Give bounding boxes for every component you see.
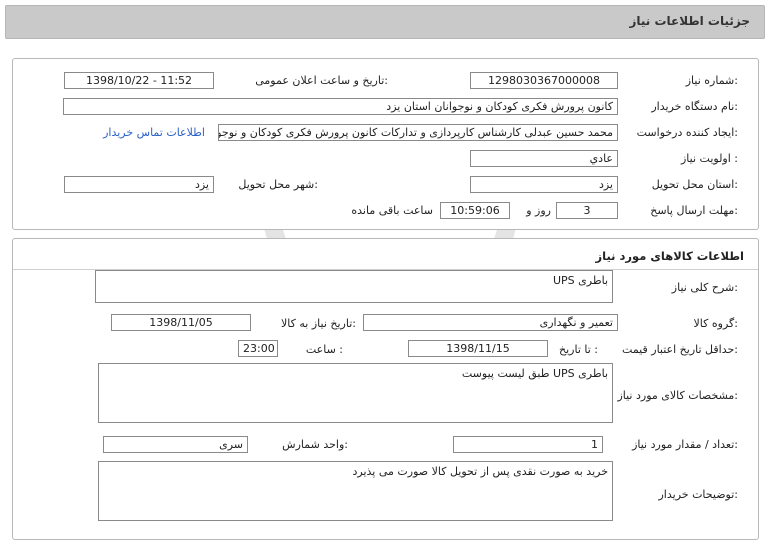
spec-label: مشخصات کالای مورد نیاز: <box>617 389 738 402</box>
page-header: جزئیات اطلاعات نیاز <box>5 5 765 39</box>
priority-field[interactable]: عادي <box>470 150 618 167</box>
spec-field[interactable]: باطری UPS طبق لیست پیوست <box>98 363 613 423</box>
deadline-label: مهلت ارسال پاسخ: <box>650 204 738 217</box>
goods-section-title: اطلاعات کالاهای مورد نیاز <box>595 249 744 263</box>
deadline-remaining-word: ساعت باقی مانده <box>351 204 433 217</box>
need-info-panel: شماره نیاز: 1298030367000008 تاریخ و ساع… <box>12 58 759 230</box>
group-field[interactable]: تعمیر و نگهداری <box>363 314 618 331</box>
province-label: استان محل تحویل: <box>651 178 738 191</box>
deadline-day-word: روز و <box>526 204 551 217</box>
time-label: ساعت : <box>305 343 343 356</box>
need-date-field[interactable]: 1398/11/05 <box>111 314 251 331</box>
until-date-field[interactable]: 1398/11/15 <box>408 340 548 357</box>
deadline-days-field[interactable]: 3 <box>556 202 618 219</box>
need-number-field[interactable]: 1298030367000008 <box>470 72 618 89</box>
desc-label: شرح کلی نیاز: <box>671 281 738 294</box>
page-title: جزئیات اطلاعات نیاز <box>629 14 750 28</box>
need-date-label: تاریخ نیاز به کالا: <box>281 317 356 330</box>
need-number-label: شماره نیاز: <box>685 74 738 87</box>
unit-label: واحد شمارش: <box>282 438 348 451</box>
buyer-notes-label: توضیحات خریدار: <box>658 488 739 501</box>
desc-field[interactable]: باطری UPS <box>95 270 613 303</box>
buyer-notes-field[interactable]: خرید به صورت نقدی پس از تحویل کالا صورت … <box>98 461 613 521</box>
goods-info-panel: اطلاعات کالاهای مورد نیاز شرح کلی نیاز: … <box>12 238 759 540</box>
city-field[interactable]: یزد <box>64 176 214 193</box>
deadline-time-field[interactable]: 10:59:06 <box>440 202 510 219</box>
valid-time-field[interactable]: 23:00 <box>238 340 278 357</box>
buyer-contact-link[interactable]: اطلاعات تماس خریدار <box>103 126 205 139</box>
announce-date-label: تاریخ و ساعت اعلان عمومی: <box>255 74 388 87</box>
group-label: گروه کالا: <box>693 317 738 330</box>
province-field[interactable]: یزد <box>470 176 618 193</box>
buyer-org-field[interactable]: کانون پرورش فکری کودکان و نوجوانان استان… <box>63 98 618 115</box>
qty-field[interactable]: 1 <box>453 436 603 453</box>
announce-date-field[interactable]: 1398/10/22 - 11:52 <box>64 72 214 89</box>
priority-label: اولویت نیاز : <box>680 152 738 165</box>
buyer-org-label: نام دستگاه خریدار: <box>651 100 738 113</box>
city-label: شهر محل تحویل: <box>238 178 318 191</box>
min-valid-label: حداقل تاریخ اعتبار قیمت: <box>622 343 738 356</box>
until-date-label: تا تاریخ : <box>559 343 598 356</box>
qty-label: تعداد / مقدار مورد نیاز: <box>632 438 738 451</box>
creator-label: ایجاد کننده درخواست: <box>636 126 738 139</box>
unit-field[interactable]: سری <box>103 436 248 453</box>
creator-field[interactable]: محمد حسین عبدلی کارشناس کارپردازی و تدار… <box>218 124 618 141</box>
